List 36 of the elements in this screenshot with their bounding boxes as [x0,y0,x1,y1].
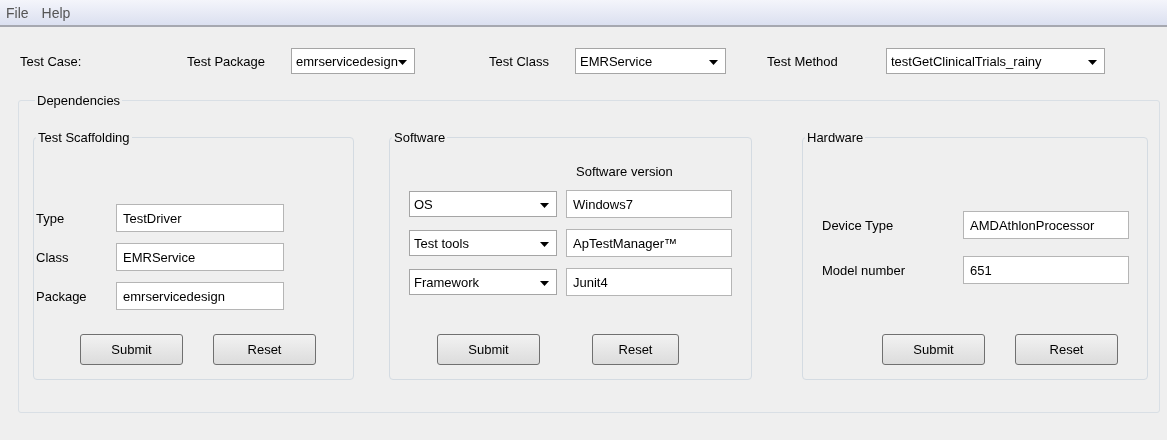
field-label: Test Method [767,53,839,69]
dropdown[interactable]: OS [409,191,557,217]
menu-item[interactable]: File [4,4,31,21]
text-field[interactable]: EMRService [116,243,284,271]
text-field[interactable]: AMDAthlonProcessor [963,211,1129,239]
field-label: Package [36,288,88,304]
field-label: Device Type [822,217,895,233]
text-field[interactable]: 651 [963,256,1129,284]
field-label: Class [36,249,70,265]
menu-item[interactable]: Help [39,4,73,21]
dropdown[interactable]: Test tools [409,230,557,256]
text-field[interactable]: Junit4 [566,268,732,296]
form-button[interactable]: Submit [80,334,183,365]
panel-title: Dependencies [36,93,122,108]
form-button[interactable]: Reset [213,334,316,365]
form-button[interactable]: Reset [592,334,679,365]
panel-title: Test Scaffolding [37,130,131,145]
text-field[interactable]: emrservicedesign [116,282,284,310]
dropdown[interactable]: emrservicedesign [291,48,415,74]
dropdown[interactable]: Framework [409,269,557,295]
field-label: Test Class [489,53,550,69]
field-label: Test Package [187,53,267,69]
column-header: Software version [576,164,674,181]
test-case-label: Test Case: [20,53,83,69]
panel-title: Software [393,130,447,145]
dropdown[interactable]: testGetClinicalTrials_rainy [886,48,1105,74]
field-label: Model number [822,262,907,278]
form-button[interactable]: Reset [1015,334,1118,365]
text-field[interactable]: Windows7 [566,190,732,218]
field-label: Type [36,210,66,226]
form-button[interactable]: Submit [437,334,540,365]
form-button[interactable]: Submit [882,334,985,365]
text-field[interactable]: TestDriver [116,204,284,232]
dropdown[interactable]: EMRService [575,48,726,74]
panel-title: Hardware [806,130,865,145]
text-field[interactable]: ApTestManager™ [566,229,732,257]
